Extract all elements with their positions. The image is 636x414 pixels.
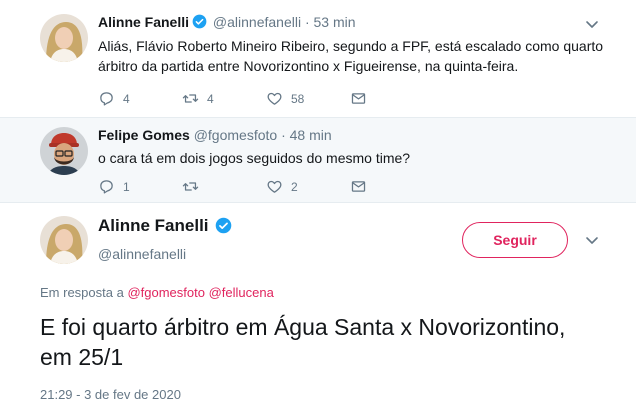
author-name[interactable]: Alinne Fanelli [98, 14, 189, 30]
tweet[interactable]: Felipe Gomes @fgomesfoto · 48 min o cara… [0, 117, 636, 203]
direct-message-button[interactable] [350, 178, 380, 195]
mail-icon [351, 181, 366, 192]
follow-button[interactable]: Seguir [462, 222, 568, 258]
like-count: 2 [291, 179, 298, 194]
main-tweet-text: E foi quarto árbitro em Água Santa x Nov… [40, 314, 566, 370]
author-name-text[interactable]: Alinne Fanelli [98, 216, 209, 235]
mention-link[interactable]: @fellucena [209, 285, 274, 300]
direct-message-button[interactable] [350, 90, 380, 107]
avatar[interactable] [40, 127, 88, 175]
author-handle[interactable]: @fgomesfoto [194, 127, 277, 143]
reply-prefix: Em resposta a [40, 285, 124, 300]
author-handle[interactable]: @alinnefanelli [213, 14, 301, 30]
reply-button[interactable]: 1 [98, 178, 182, 195]
retweet-icon [182, 182, 199, 191]
like-count: 58 [291, 91, 305, 106]
reply-context: Em resposta a @fgomesfoto @fellucena [40, 285, 274, 300]
avatar[interactable] [40, 14, 88, 62]
retweet-button[interactable] [182, 178, 266, 195]
tweet-timestamp[interactable]: 21:29 - 3 de fev de 2020 [40, 387, 181, 402]
retweet-icon [182, 94, 199, 103]
heart-icon [267, 180, 282, 193]
heart-icon [267, 92, 282, 105]
author-handle[interactable]: @alinnefanelli [98, 246, 186, 262]
tweet-actions: 1 2 [98, 178, 380, 195]
verified-icon [192, 14, 207, 29]
mail-icon [351, 93, 366, 104]
separator-dot: · [304, 14, 310, 30]
chevron-down-icon[interactable] [584, 16, 600, 32]
chevron-down-icon[interactable] [584, 232, 600, 248]
tweet-header: Alinne Fanelli @alinnefanelli · 53 min [98, 14, 356, 30]
tweet-time[interactable]: 48 min [290, 127, 332, 143]
verified-icon [215, 217, 231, 234]
reply-button[interactable]: 4 [98, 90, 182, 107]
author-name[interactable]: Alinne Fanelli [98, 216, 234, 236]
tweet-time[interactable]: 53 min [314, 14, 356, 30]
retweet-count: 4 [207, 91, 214, 106]
tweet-text: Aliás, Flávio Roberto Mineiro Ribeiro, s… [98, 38, 604, 74]
reply-count: 1 [123, 179, 130, 194]
reply-count: 4 [123, 91, 130, 106]
reply-icon [100, 180, 113, 194]
mention-link[interactable]: @fgomesfoto [127, 285, 205, 300]
like-button[interactable]: 2 [266, 178, 350, 195]
reply-icon [100, 92, 113, 106]
tweet-text: o cara tá em dois jogos seguidos do mesm… [98, 150, 411, 166]
tweet-header: Felipe Gomes @fgomesfoto · 48 min [98, 127, 332, 143]
author-name[interactable]: Felipe Gomes [98, 127, 190, 143]
like-button[interactable]: 58 [266, 90, 350, 107]
avatar[interactable] [40, 216, 88, 264]
separator-dot: · [281, 127, 286, 143]
retweet-button[interactable]: 4 [182, 90, 266, 107]
tweet[interactable]: Alinne Fanelli @alinnefanelli · 53 min A… [0, 0, 636, 117]
tweet-actions: 4 4 58 [98, 90, 380, 107]
